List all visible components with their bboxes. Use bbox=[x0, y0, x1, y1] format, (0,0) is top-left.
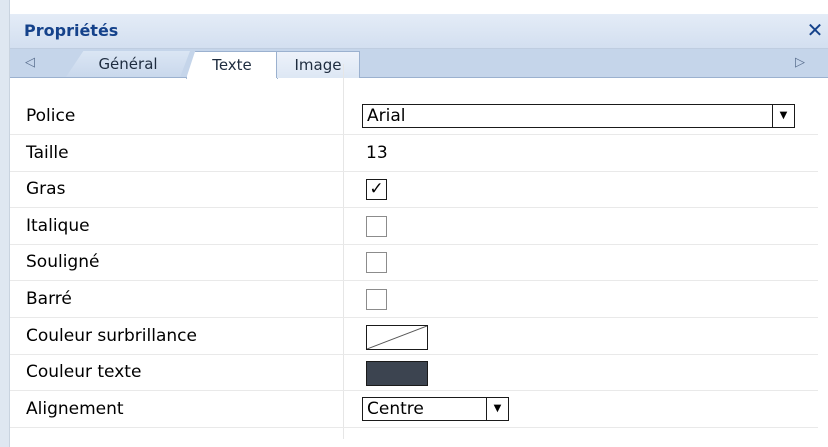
chevron-down-icon[interactable]: ▼ bbox=[486, 397, 508, 420]
italique-checkbox[interactable] bbox=[366, 215, 387, 237]
tab-general[interactable]: Général bbox=[66, 51, 190, 77]
scroll-left-icon[interactable]: ◁ bbox=[20, 52, 40, 74]
taille-value[interactable]: 13 bbox=[366, 136, 388, 171]
tab-image[interactable]: Image bbox=[276, 51, 360, 78]
property-row-police: Police Arial ▼ bbox=[10, 99, 828, 134]
panel-title-bar: Propriétés ✕ bbox=[10, 14, 828, 49]
gras-checkbox[interactable]: ✓ bbox=[366, 179, 387, 201]
dropdown-value: Centre bbox=[367, 398, 424, 419]
chevron-down-icon[interactable]: ▼ bbox=[772, 105, 794, 127]
property-value-cell: ✓ bbox=[362, 172, 828, 207]
property-row-gras: Gras ✓ bbox=[10, 172, 828, 207]
scroll-right-icon[interactable]: ▷ bbox=[790, 52, 810, 74]
property-name: Italique bbox=[26, 215, 90, 236]
property-row-italique: Italique bbox=[10, 209, 828, 244]
property-value-cell bbox=[362, 245, 828, 280]
property-row-souligne: Souligné bbox=[10, 245, 828, 280]
property-name: Couleur texte bbox=[26, 362, 142, 383]
dropdown-value: Arial bbox=[367, 106, 406, 126]
souligne-checkbox[interactable] bbox=[366, 252, 387, 274]
close-icon[interactable]: ✕ bbox=[804, 18, 826, 42]
couleur-surbrillance-swatch[interactable] bbox=[366, 324, 428, 350]
property-value-cell bbox=[362, 209, 828, 244]
barre-checkbox[interactable] bbox=[366, 289, 387, 310]
property-value-cell bbox=[362, 319, 828, 354]
tab-strip: ◁ Général Texte Image ▷ bbox=[10, 49, 828, 79]
police-dropdown[interactable]: Arial ▼ bbox=[362, 104, 795, 128]
row-separator bbox=[10, 426, 818, 428]
property-name: Gras bbox=[26, 179, 66, 200]
property-name: Police bbox=[26, 106, 76, 126]
window-frame-left bbox=[0, 0, 10, 447]
property-name: Taille bbox=[26, 142, 69, 163]
property-value-cell: Centre ▼ bbox=[362, 392, 828, 427]
property-name: Alignement bbox=[26, 398, 124, 419]
property-row-alignement: Alignement Centre ▼ bbox=[10, 392, 828, 427]
property-row-couleur-texte: Couleur texte bbox=[10, 355, 828, 390]
property-row-taille: Taille 13 bbox=[10, 136, 828, 171]
tab-texte[interactable]: Texte bbox=[186, 51, 278, 79]
property-row-couleur-surbrillance: Couleur surbrillance bbox=[10, 319, 828, 354]
property-name: Couleur surbrillance bbox=[26, 325, 197, 346]
property-name: Souligné bbox=[26, 252, 100, 273]
panel-title: Propriétés bbox=[24, 21, 119, 40]
check-icon: ✓ bbox=[369, 179, 384, 200]
no-color-icon bbox=[367, 325, 427, 349]
property-value-cell bbox=[362, 282, 828, 317]
property-row-barre: Barré bbox=[10, 282, 828, 317]
couleur-texte-swatch[interactable] bbox=[366, 361, 428, 387]
property-value-cell: Arial ▼ bbox=[362, 99, 828, 134]
property-value-cell bbox=[362, 355, 828, 390]
property-name: Barré bbox=[26, 289, 72, 309]
property-value-cell: 13 bbox=[362, 136, 828, 171]
alignement-dropdown[interactable]: Centre ▼ bbox=[362, 396, 509, 421]
